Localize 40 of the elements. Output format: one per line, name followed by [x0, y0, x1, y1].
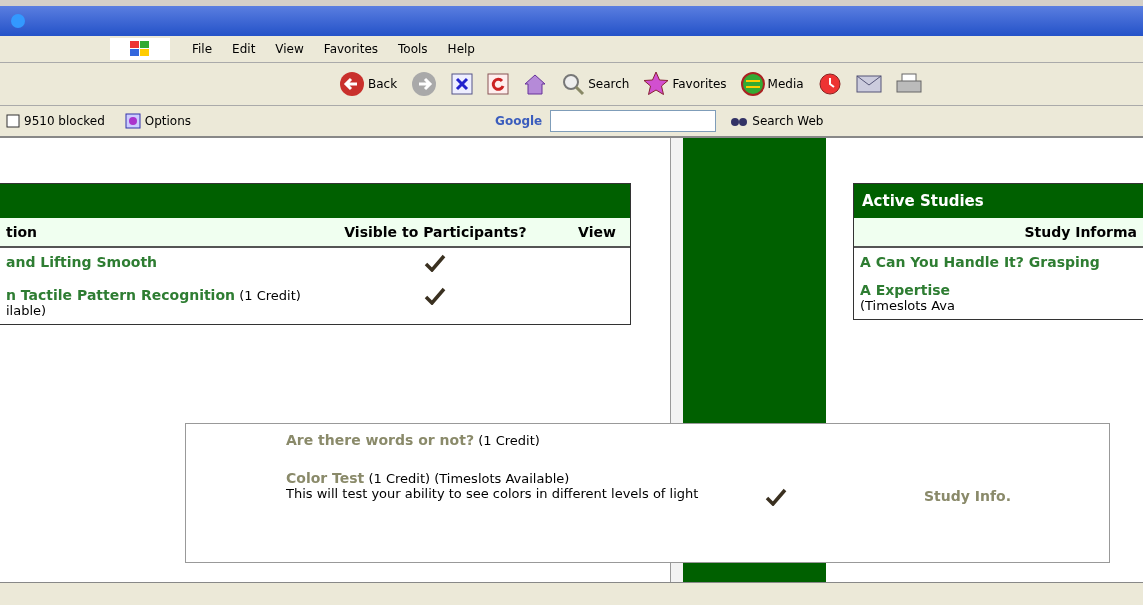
- toolbar-button[interactable]: Favorites: [639, 69, 731, 99]
- blocker-icon: [6, 114, 20, 128]
- search-field[interactable]: [550, 110, 717, 132]
- column-header: Study Informa: [854, 218, 1143, 247]
- options-button[interactable]: Options: [118, 112, 198, 130]
- availability-label: (Timeslots Ava: [860, 298, 956, 313]
- star-icon[interactable]: [643, 71, 670, 97]
- study-info-link[interactable]: Study Info.: [924, 488, 1011, 504]
- column-header: View: [564, 218, 630, 247]
- popup-blocker-button[interactable]: 9510 blocked: [0, 113, 111, 129]
- toolbar-button[interactable]: Media: [736, 70, 808, 98]
- study-title[interactable]: n Tactile Pattern Recognition: [6, 287, 235, 303]
- browser-icon: [10, 13, 26, 29]
- menu-item[interactable]: Favorites: [313, 40, 389, 58]
- menu-item[interactable]: Help: [437, 40, 485, 58]
- menu-item[interactable]: Edit: [222, 40, 266, 58]
- search-icon[interactable]: [561, 72, 586, 96]
- globe-icon[interactable]: [740, 72, 765, 96]
- search-web-button[interactable]: Search Web: [724, 113, 830, 129]
- table-title: Active Studies: [854, 184, 1143, 218]
- menu-item[interactable]: File: [182, 40, 223, 58]
- credit-label: (1 Credit) (Timeslots Available): [368, 471, 570, 486]
- toolbar-button[interactable]: Search: [557, 70, 634, 98]
- windows-flag-icon: [110, 38, 170, 60]
- availability-label: ilable): [6, 303, 47, 318]
- study-title[interactable]: and Lifting Smooth: [6, 254, 158, 270]
- study-title[interactable]: A Can You Handle It? Grasping: [860, 254, 1100, 270]
- google-logo: Google: [495, 114, 543, 128]
- study-title[interactable]: Color Test: [286, 470, 365, 486]
- column-header: tion: [0, 218, 307, 247]
- column-header: Visible to Participants?: [306, 218, 565, 247]
- menu-item[interactable]: Tools: [388, 40, 438, 58]
- study-title[interactable]: A Expertise: [860, 282, 951, 298]
- menu-item[interactable]: View: [265, 40, 314, 58]
- credit-label: (1 Credit): [239, 288, 301, 303]
- study-description: This will test your ability to see colors in different levels of light: [286, 486, 700, 501]
- options-icon: [124, 113, 141, 129]
- credit-label: (1 Credit): [478, 433, 540, 448]
- toolbar-button[interactable]: Back: [335, 69, 402, 99]
- study-title[interactable]: Are there words or not?: [286, 432, 474, 448]
